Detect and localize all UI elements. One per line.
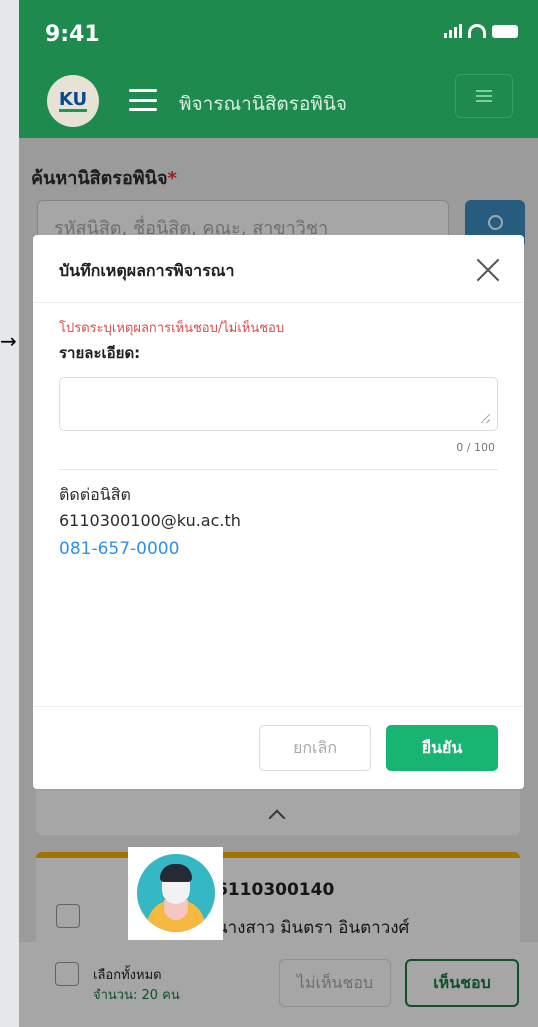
wifi-icon <box>468 24 486 38</box>
contact-phone-link[interactable]: 081-657-0000 <box>59 539 179 559</box>
divider <box>59 469 498 470</box>
avatar-icon <box>137 854 215 932</box>
confirm-button[interactable]: ยืนยัน <box>386 725 498 771</box>
battery-icon <box>492 24 518 38</box>
signal-icon <box>444 24 462 38</box>
detail-textarea[interactable] <box>59 377 498 431</box>
menu-icon <box>476 90 492 102</box>
contact-email: 6110300100@ku.ac.th <box>59 511 241 530</box>
contact-label: ติดต่อนิสิต <box>59 485 131 504</box>
modal-title: บันทึกเหตุผลการพิจารณา <box>59 261 235 280</box>
hamburger-menu-icon[interactable] <box>129 89 157 111</box>
status-time: 9:41 <box>45 22 100 47</box>
app-bar: KU พิจารณานิสิตรอพินิจ <box>19 62 538 138</box>
ku-logo: KU <box>47 75 99 127</box>
status-icons <box>444 24 518 38</box>
status-bar: 9:41 <box>19 0 538 62</box>
right-arrow-icon: → <box>0 329 17 353</box>
menu-button[interactable] <box>455 74 513 118</box>
student-avatar <box>128 847 223 940</box>
cancel-button[interactable]: ยกเลิก <box>259 725 371 771</box>
char-counter: 0 / 100 <box>456 441 495 454</box>
logo-text: KU <box>58 88 88 112</box>
reason-hint: โปรดระบุเหตุผลการเห็นชอบ/ไม่เห็นชอบ <box>59 321 285 336</box>
divider <box>33 302 524 303</box>
divider <box>33 706 524 707</box>
reason-modal: บันทึกเหตุผลการพิจารณา โปรดระบุเหตุผลการ… <box>33 235 524 789</box>
phone-screen: 9:41 KU พิจารณานิสิตรอพินิจ ค้นหานิสิตรอ… <box>19 0 538 1027</box>
detail-label: รายละเอียด: <box>59 344 141 362</box>
close-icon[interactable] <box>475 257 501 283</box>
page-title: พิจารณานิสิตรอพินิจ <box>179 93 348 115</box>
